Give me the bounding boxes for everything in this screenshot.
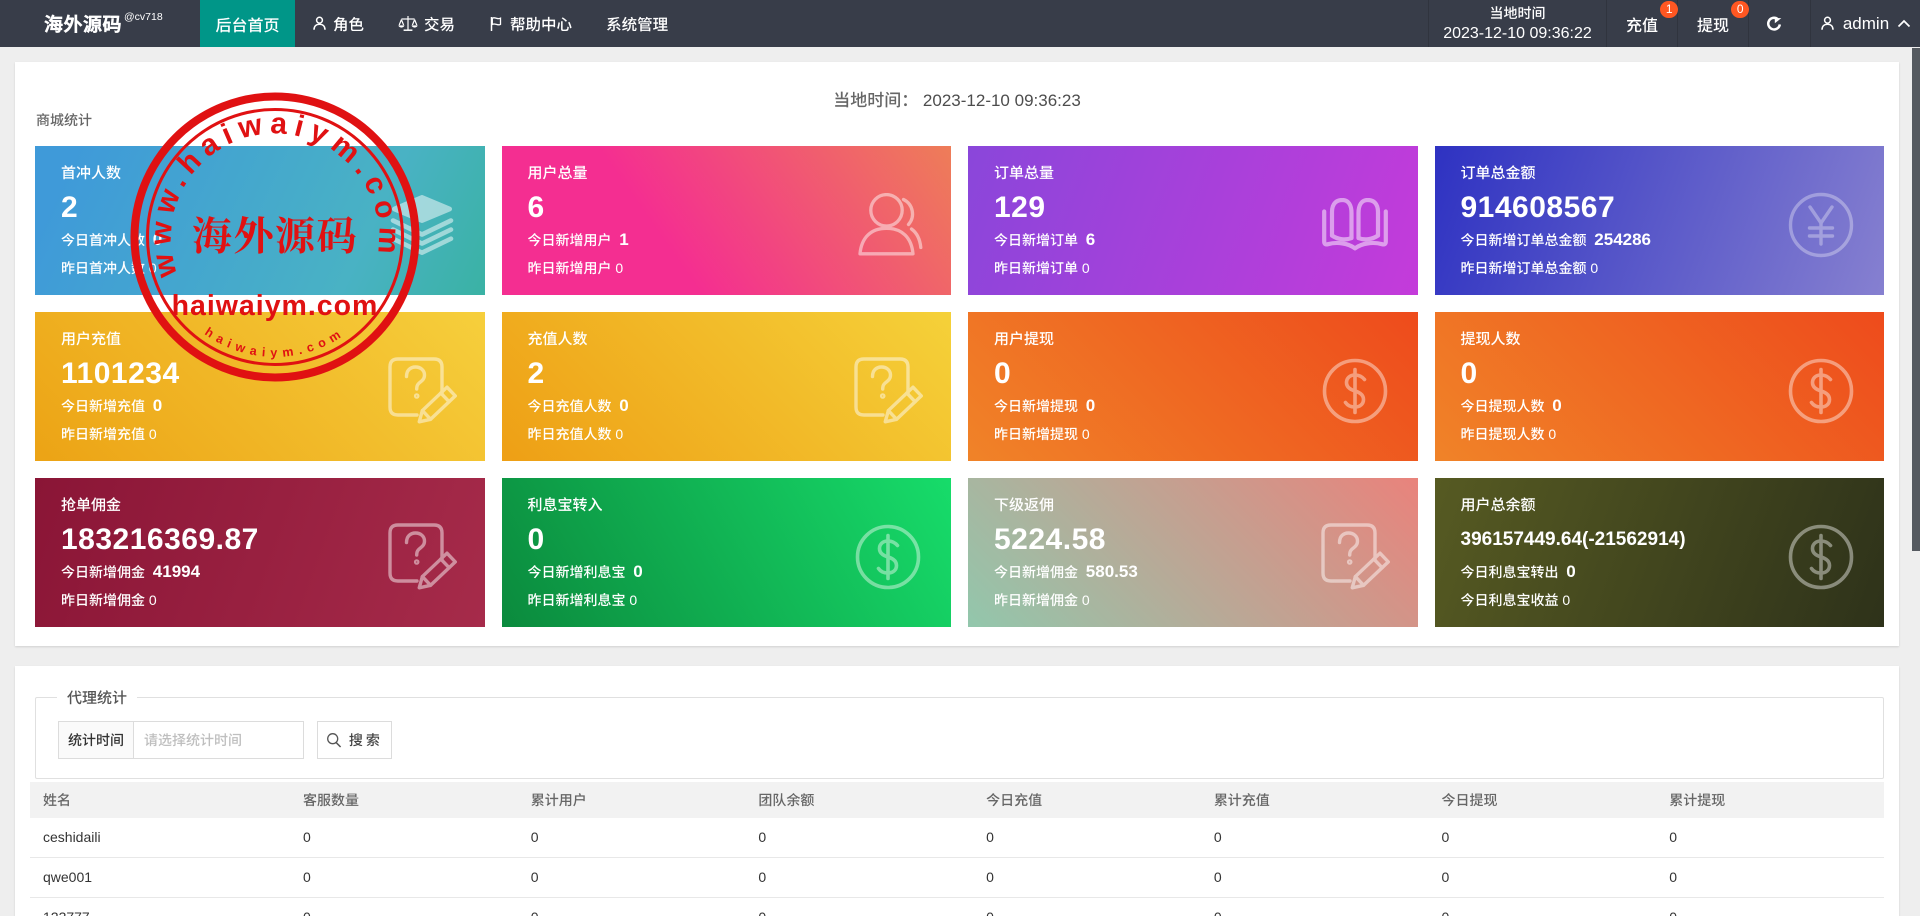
svg-text:海外源码: 海外源码 (192, 205, 358, 262)
svg-text:haiwaiym.com: haiwaiym.com (172, 290, 379, 322)
